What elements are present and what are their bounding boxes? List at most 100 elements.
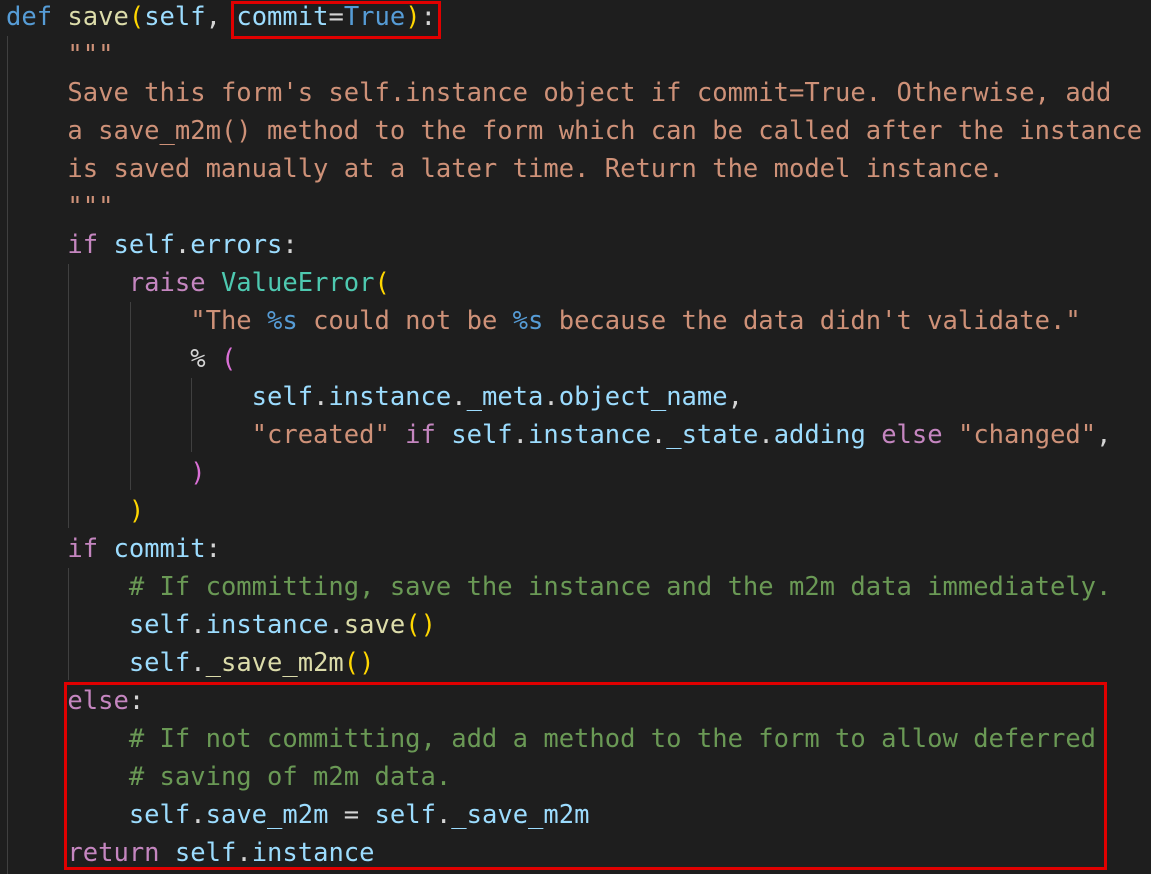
code-token: _save_m2m — [205, 648, 344, 678]
code-token: : — [282, 230, 298, 260]
code-token: if — [67, 230, 99, 260]
code-token: %s — [267, 306, 298, 336]
code-token: ) — [405, 2, 421, 32]
code-token: a save_m2m() method to the form which ca… — [67, 116, 1143, 146]
code-line-21: # saving of m2m data. — [6, 758, 451, 796]
code-token: "created" — [251, 420, 390, 450]
code-token: instance — [251, 838, 375, 868]
code-token: else — [881, 420, 943, 450]
code-token: ( — [128, 2, 145, 32]
code-token: . — [236, 838, 252, 868]
code-token: is saved manually at a later time. Retur… — [67, 154, 1004, 184]
code-token: could not be — [297, 306, 513, 336]
code-line-22: self.save_m2m = self._save_m2m — [6, 796, 590, 834]
code-token: %s — [512, 306, 544, 336]
code-token: if — [67, 534, 99, 564]
code-token: save_m2m — [205, 800, 329, 830]
code-token: . — [174, 230, 191, 260]
code-token: instance — [328, 382, 452, 412]
code-token: () — [343, 648, 375, 678]
code-token: : — [128, 686, 145, 716]
code-token: commit — [113, 534, 206, 564]
code-line-23: return self.instance — [6, 834, 375, 872]
code-token: # saving of m2m data. — [128, 762, 452, 792]
code-line-10: % ( — [6, 340, 236, 378]
code-line-9: "The %s could not be %s because the data… — [6, 302, 1081, 340]
code-line-17: self.instance.save() — [6, 606, 436, 644]
code-token: errors — [190, 230, 283, 260]
code-line-5: is saved manually at a later time. Retur… — [6, 150, 1004, 188]
code-line-13: ) — [6, 454, 206, 492]
code-token: else — [67, 686, 129, 716]
code-token: instance — [205, 610, 329, 640]
code-line-8: raise ValueError( — [6, 264, 390, 302]
code-token: instance — [528, 420, 651, 450]
code-token: save — [343, 610, 406, 640]
code-token: self — [251, 382, 314, 412]
code-line-3: Save this form's self.instance object if… — [6, 74, 1111, 112]
code-token: self — [128, 610, 191, 640]
code-token: ValueError — [220, 268, 375, 298]
code-line-1: def save(self, commit=True): — [6, 0, 436, 36]
code-token: . — [512, 420, 529, 450]
code-line-11: self.instance._meta.object_name, — [6, 378, 743, 416]
code-token: ( — [220, 344, 237, 374]
code-token: self — [374, 800, 436, 830]
code-token: """ — [67, 40, 114, 70]
code-token: . — [650, 420, 667, 450]
code-token: Save this form's self.instance object if… — [67, 78, 1112, 108]
code-token: self — [174, 838, 237, 868]
code-token: : — [205, 534, 221, 564]
code-token: adding — [773, 420, 866, 450]
code-token: "The — [190, 306, 267, 336]
code-line-20: # If not committing, add a method to the… — [6, 720, 1096, 758]
code-token: self — [451, 420, 513, 450]
code-token: return — [67, 838, 160, 868]
code-token: % — [190, 344, 206, 374]
code-token: because the data didn't validate." — [543, 306, 1081, 336]
code-line-14: ) — [6, 492, 144, 530]
code-token: ) — [190, 458, 206, 488]
code-token: . — [313, 382, 329, 412]
code-token: = — [328, 2, 344, 32]
code-token: . — [435, 800, 452, 830]
code-editor[interactable]: def save(self, commit=True): """ Save th… — [0, 0, 1151, 874]
code-token: self — [144, 2, 206, 32]
code-token: # If committing, save the instance and t… — [128, 572, 1112, 602]
code-token: # If not committing, add a method to the… — [128, 724, 1097, 754]
code-token: commit — [236, 2, 329, 32]
code-token: . — [451, 382, 467, 412]
code-token: ( — [374, 268, 390, 298]
code-token: True — [343, 2, 406, 32]
code-token: "changed" — [957, 420, 1097, 450]
code-token: : — [420, 2, 436, 32]
code-token: if — [405, 420, 436, 450]
code-token: , — [205, 2, 237, 32]
code-token: . — [543, 382, 559, 412]
code-line-2: """ — [6, 36, 113, 74]
